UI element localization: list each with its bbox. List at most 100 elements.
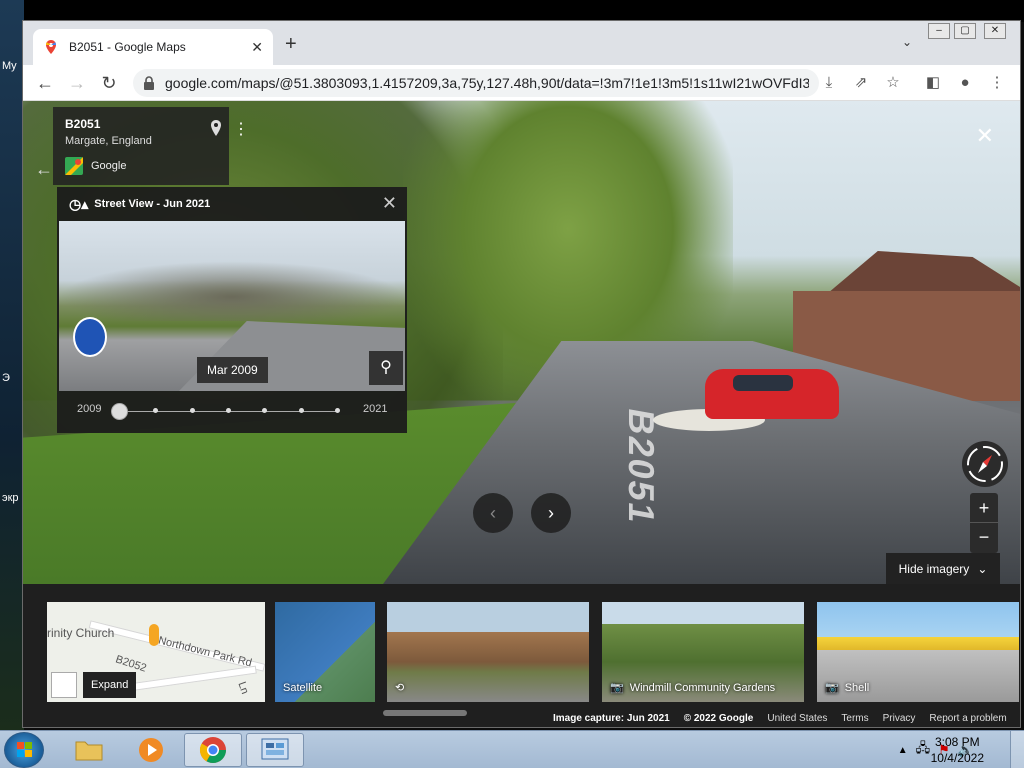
next-arrow-button[interactable]: › — [531, 493, 571, 533]
image-capture-date: Image capture: Jun 2021 — [553, 713, 670, 724]
photo-label: 📷 Windmill Community Gardens — [610, 681, 775, 695]
provider-name: Google — [91, 160, 127, 172]
desktop-label[interactable]: Э — [2, 372, 10, 384]
network-icon[interactable]: 🖧 — [916, 739, 931, 761]
clock-date: 10/4/2022 — [930, 751, 984, 765]
show-desktop-button[interactable] — [1010, 731, 1024, 768]
previous-arrow-button[interactable]: ‹ — [473, 493, 513, 533]
selected-date-badge: Mar 2009 — [197, 357, 268, 383]
place-info-card: B2051 Margate, England Google ⋮ — [53, 107, 249, 185]
tab-strip: B2051 - Google Maps ✕ + ⌄ – ▢ ✕ — [23, 21, 1020, 65]
slider-stop-dot[interactable] — [262, 408, 268, 413]
satellite-label: Satellite — [283, 682, 323, 694]
slider-stop-dot[interactable] — [226, 408, 231, 413]
time-machine-panel: ◷▴ Street View - Jun 2021 ✕ Mar 2009 ⚲ 2… — [57, 187, 407, 433]
back-arrow-icon[interactable]: ← — [33, 71, 57, 95]
maximize-button[interactable]: ▢ — [954, 23, 976, 39]
slider-thumb[interactable] — [111, 403, 128, 420]
street-view-panorama[interactable]: B2051 B2051 Margate, England Google ⋮ ← … — [23, 101, 1020, 584]
slider-end-year: 2021 — [363, 403, 388, 415]
new-tab-button[interactable]: + — [285, 33, 297, 56]
windows-taskbar: ▲ 🖧 ⚑ 🔊 3:08 PM 10/4/2022 — [0, 730, 1024, 768]
location-pin-icon[interactable] — [209, 119, 223, 137]
terms-link[interactable]: Terms — [841, 713, 868, 724]
photo-thumbnail-card[interactable]: 📷 Shell — [817, 602, 1019, 702]
share-icon[interactable]: ⇗ — [851, 73, 871, 93]
map-label-road: Ln — [235, 680, 251, 696]
start-button[interactable] — [4, 732, 44, 768]
control-panel-icon — [261, 738, 289, 760]
install-app-icon[interactable]: ⤓ — [819, 73, 839, 93]
hide-imagery-label: Hide imagery — [898, 562, 970, 576]
historical-imagery-preview[interactable]: Mar 2009 ⚲ — [59, 221, 405, 391]
camera-icon: 📷 — [825, 682, 839, 694]
chrome-button[interactable] — [184, 733, 242, 767]
browser-menu-icon[interactable]: ⋮ — [987, 73, 1007, 93]
browser-window: B2051 - Google Maps ✕ + ⌄ – ▢ ✕ ← → ↻ go… — [22, 20, 1021, 728]
map-footer: Image capture: Jun 2021 © 2022 Google Un… — [553, 713, 1007, 724]
media-player-icon — [139, 738, 163, 762]
side-panel-icon[interactable]: ◧ — [923, 73, 943, 93]
more-options-icon[interactable]: ⋮ — [233, 119, 249, 139]
tab-search-chevron-icon[interactable]: ⌄ — [902, 35, 912, 49]
control-panel-button[interactable] — [246, 733, 304, 767]
expand-label: Expand — [83, 672, 137, 698]
slider-stop-dot[interactable] — [189, 408, 195, 413]
google-maps-icon — [65, 157, 83, 175]
history-clock-icon[interactable]: ◷▴ — [69, 196, 88, 213]
file-explorer-button[interactable] — [60, 733, 118, 767]
country-link[interactable]: United States — [767, 713, 827, 724]
report-problem-link[interactable]: Report a problem — [929, 713, 1006, 724]
close-tab-icon[interactable]: ✕ — [251, 39, 263, 56]
minimize-button[interactable]: – — [928, 23, 950, 39]
slider-stop-dot[interactable] — [298, 408, 304, 413]
imagery-carousel: rinity Church B2052 Northdown Park Rd Ln… — [23, 584, 1020, 727]
zoom-in-magnifier-icon[interactable]: ⚲ — [369, 351, 403, 385]
hide-imagery-button[interactable]: Hide imagery ⌄ — [886, 553, 1000, 584]
forward-arrow-icon[interactable]: → — [65, 71, 89, 95]
desktop-top-strip — [0, 0, 1024, 22]
bare-trees — [59, 261, 405, 321]
camera-icon: 📷 — [610, 682, 624, 694]
map-thumbnail-card[interactable]: rinity Church B2052 Northdown Park Rd Ln… — [47, 602, 265, 702]
zoom-out-button[interactable]: − — [970, 523, 998, 553]
reload-icon[interactable]: ↻ — [97, 71, 121, 95]
desktop-label[interactable]: экр — [2, 492, 19, 504]
close-window-button[interactable]: ✕ — [984, 23, 1006, 39]
time-machine-header[interactable]: ◷▴ Street View - Jun 2021 — [57, 187, 407, 221]
map-label-church: rinity Church — [47, 626, 115, 640]
road-marking-text: B2051 — [621, 405, 663, 529]
bookmark-star-icon[interactable]: ☆ — [883, 73, 903, 93]
desktop-background: My Э экр — [0, 0, 24, 730]
panorama-360-icon: ⟲ — [395, 682, 405, 694]
year-slider[interactable]: 2009 2021 — [77, 399, 389, 423]
address-bar[interactable]: google.com/maps/@51.3803093,1.4157209,3a… — [133, 69, 819, 97]
slider-stop-dot[interactable] — [153, 408, 159, 413]
browser-toolbar: ← → ↻ google.com/maps/@51.3803093,1.4157… — [23, 65, 1020, 101]
compass-needle-icon — [967, 446, 1003, 482]
red-car — [705, 369, 839, 419]
tab-google-maps[interactable]: B2051 - Google Maps ✕ — [33, 29, 273, 65]
compass-icon[interactable] — [962, 441, 1008, 487]
close-street-view-icon[interactable]: ✕ — [976, 123, 994, 149]
back-arrow-icon[interactable]: ← — [35, 159, 53, 180]
privacy-link[interactable]: Privacy — [883, 713, 916, 724]
close-icon[interactable]: ✕ — [382, 193, 397, 214]
satellite-thumbnail-card[interactable]: Satellite — [275, 602, 375, 702]
clock[interactable]: 3:08 PM 10/4/2022 — [931, 734, 984, 766]
copyright: © 2022 Google — [683, 713, 754, 724]
slider-stop-dot[interactable] — [335, 408, 340, 413]
roundabout-sign — [73, 317, 107, 357]
photo-thumbnail-card[interactable]: ⟲ — [387, 602, 589, 702]
desktop-label[interactable]: My — [2, 60, 17, 72]
carousel-scrollbar[interactable] — [383, 710, 467, 716]
double-chevron-down-icon: ⌄ — [977, 562, 988, 576]
zoom-controls: + − — [970, 493, 998, 553]
photo-thumbnail-card[interactable]: 📷 Windmill Community Gardens — [602, 602, 804, 702]
profile-avatar-icon[interactable]: ● — [955, 73, 975, 93]
place-subtitle: Margate, England — [65, 135, 152, 147]
show-hidden-icons-icon[interactable]: ▲ — [898, 745, 908, 756]
zoom-in-button[interactable]: + — [970, 493, 998, 523]
media-player-button[interactable] — [122, 733, 180, 767]
expand-map-button[interactable]: ⛶ Expand — [51, 672, 137, 698]
